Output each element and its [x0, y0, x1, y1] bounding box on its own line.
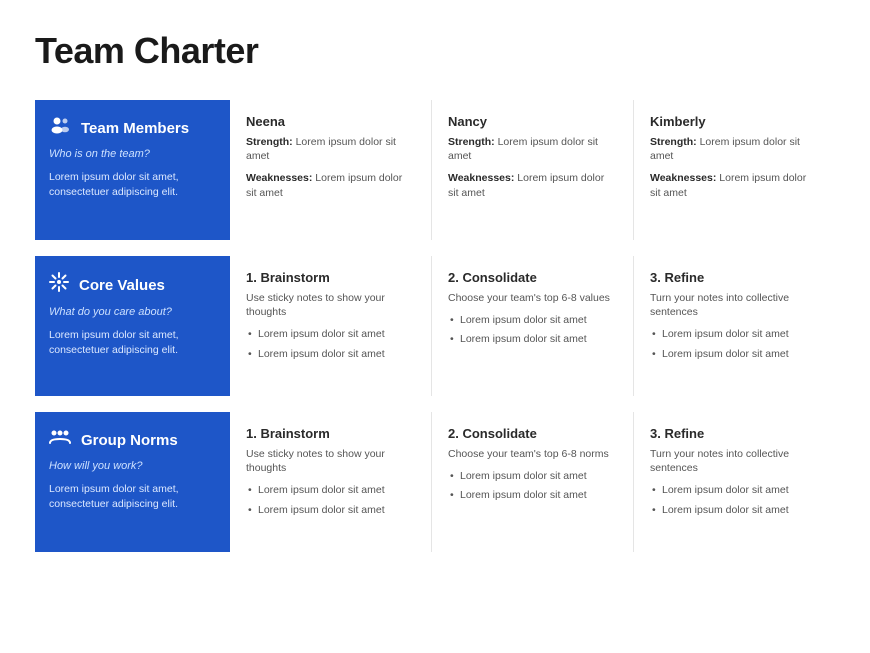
field-item: Weaknesses: Lorem ipsum dolor sit amet: [650, 171, 819, 199]
core-values-col-1-subheading: Use sticky notes to show your thoughts: [246, 291, 415, 319]
field-item: Weaknesses: Lorem ipsum dolor sit amet: [246, 171, 415, 199]
group-norms-col-1-heading: 1. Brainstorm: [246, 426, 415, 441]
group-norms-title: Group Norms: [81, 432, 178, 449]
group-norms-col-3: 3. Refine Turn your notes into collective…: [633, 412, 835, 552]
group-norms-col-2-heading: 2. Consolidate: [448, 426, 617, 441]
group-norms-col-2: 2. Consolidate Choose your team's top 6-8…: [431, 412, 633, 552]
team-members-col-2: Nancy Strength: Lorem ipsum dolor sit ame…: [431, 100, 633, 240]
page-title: Team Charter: [35, 30, 835, 72]
group-norms-col-1-bullets: Lorem ipsum dolor sit amet Lorem ipsum do…: [246, 483, 415, 516]
team-members-subtitle: Who is on the team?: [49, 148, 150, 160]
team-members-col-3-heading: Kimberly: [650, 114, 819, 129]
team-members-col-1-heading: Neena: [246, 114, 415, 129]
bullet-item: Lorem ipsum dolor sit amet: [246, 347, 415, 361]
core-values-col-2-subheading: Choose your team's top 6-8 values: [448, 291, 617, 305]
bullet-item: Lorem ipsum dolor sit amet: [246, 503, 415, 517]
bullet-item: Lorem ipsum dolor sit amet: [448, 332, 617, 346]
bullet-item: Lorem ipsum dolor sit amet: [448, 313, 617, 327]
bullet-item: Lorem ipsum dolor sit amet: [246, 327, 415, 341]
section-team-members: Team Members Who is on the team? Lorem ips…: [35, 100, 835, 240]
core-values-col-3-subheading: Turn your notes into collective sentence…: [650, 291, 819, 319]
core-values-col-1: 1. Brainstorm Use sticky notes to show yo…: [230, 256, 431, 396]
group-norms-col-1: 1. Brainstorm Use sticky notes to show yo…: [230, 412, 431, 552]
bullet-item: Lorem ipsum dolor sit amet: [246, 483, 415, 497]
core-values-col-2-heading: 2. Consolidate: [448, 270, 617, 285]
core-values-col-1-heading: 1. Brainstorm: [246, 270, 415, 285]
team-members-icon: [49, 116, 71, 140]
team-members-col-2-heading: Nancy: [448, 114, 617, 129]
core-values-col-2: 2. Consolidate Choose your team's top 6-8…: [431, 256, 633, 396]
group-norms-col-1-subheading: Use sticky notes to show your thoughts: [246, 447, 415, 475]
core-values-icon: [49, 272, 69, 298]
core-values-col-3-bullets: Lorem ipsum dolor sit amet Lorem ipsum do…: [650, 327, 819, 360]
core-values-subtitle: What do you care about?: [49, 306, 172, 318]
core-values-body-text: Lorem ipsum dolor sit amet, consectetuer…: [49, 328, 216, 357]
section-core-values: Core Values What do you care about? Lorem …: [35, 256, 835, 396]
group-norms-icon: [49, 428, 71, 452]
bullet-item: Lorem ipsum dolor sit amet: [448, 469, 617, 483]
group-norms-col-3-bullets: Lorem ipsum dolor sit amet Lorem ipsum do…: [650, 483, 819, 516]
group-norms-body-text: Lorem ipsum dolor sit amet, consectetuer…: [49, 482, 216, 511]
group-norms-col-3-heading: 3. Refine: [650, 426, 819, 441]
group-norms-col-2-bullets: Lorem ipsum dolor sit amet Lorem ipsum do…: [448, 469, 617, 502]
field-item: Strength: Lorem ipsum dolor sit amet: [448, 135, 617, 163]
group-norms-col-3-subheading: Turn your notes into collective sentence…: [650, 447, 819, 475]
bullet-item: Lorem ipsum dolor sit amet: [650, 503, 819, 517]
group-norms-subtitle: How will you work?: [49, 460, 143, 472]
team-members-title: Team Members: [81, 120, 189, 137]
field-item: Weaknesses: Lorem ipsum dolor sit amet: [448, 171, 617, 199]
section-group-norms: Group Norms How will you work? Lorem ipsum…: [35, 412, 835, 552]
team-members-col-1: Neena Strength: Lorem ipsum dolor sit ame…: [230, 100, 431, 240]
field-item: Strength: Lorem ipsum dolor sit amet: [650, 135, 819, 163]
bullet-item: Lorem ipsum dolor sit amet: [650, 327, 819, 341]
field-item: Strength: Lorem ipsum dolor sit amet: [246, 135, 415, 163]
core-values-col-3: 3. Refine Turn your notes into collective…: [633, 256, 835, 396]
group-norms-col-2-subheading: Choose your team's top 6-8 norms: [448, 447, 617, 461]
core-values-col-3-heading: 3. Refine: [650, 270, 819, 285]
core-values-col-2-bullets: Lorem ipsum dolor sit amet Lorem ipsum do…: [448, 313, 617, 346]
bullet-item: Lorem ipsum dolor sit amet: [448, 488, 617, 502]
team-members-col-3: Kimberly Strength: Lorem ipsum dolor sit …: [633, 100, 835, 240]
bullet-item: Lorem ipsum dolor sit amet: [650, 483, 819, 497]
bullet-item: Lorem ipsum dolor sit amet: [650, 347, 819, 361]
team-members-body-text: Lorem ipsum dolor sit amet, consectetuer…: [49, 170, 216, 199]
core-values-title: Core Values: [79, 277, 165, 294]
core-values-col-1-bullets: Lorem ipsum dolor sit amet Lorem ipsum do…: [246, 327, 415, 360]
